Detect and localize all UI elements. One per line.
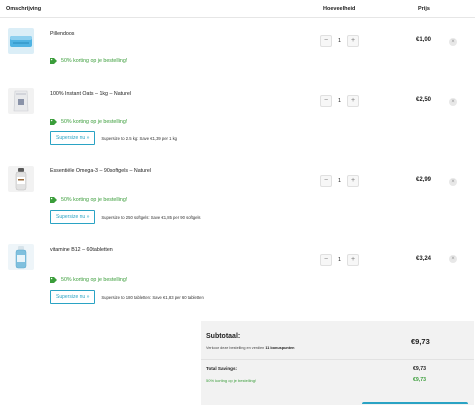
- column-header-description: Omschrijving: [6, 6, 42, 12]
- product-name[interactable]: vitamine B12 – 60tabletten: [50, 247, 113, 253]
- promo-label: 50% korting op je bestelling!: [50, 277, 127, 283]
- remove-item-button[interactable]: ×: [449, 255, 457, 263]
- tag-icon: [50, 277, 57, 283]
- supersize-upsell: Supersize nu » Supersize to 180 tablette…: [50, 290, 204, 304]
- quantity-stepper: − 1 +: [320, 94, 361, 107]
- item-price: €1,00: [415, 37, 431, 43]
- vitamin-bottle-icon[interactable]: [8, 244, 34, 270]
- remove-item-button[interactable]: ×: [449, 178, 457, 186]
- promo-label: 50% korting op je bestelling!: [50, 58, 127, 64]
- tag-icon: [50, 58, 57, 64]
- promo-text: 50% korting op je bestelling!: [61, 119, 128, 125]
- supersize-upsell: Supersize nu » Supersize to 2.5 kg: Save…: [50, 131, 177, 145]
- decrease-quantity-button[interactable]: −: [320, 94, 332, 107]
- item-price: €2,99: [415, 177, 431, 183]
- product-name[interactable]: 100% Instant Oats – 1kg – Naturel: [50, 91, 131, 97]
- omega-bottle-icon[interactable]: [8, 166, 34, 192]
- oats-bag-icon[interactable]: [8, 88, 34, 114]
- increase-quantity-button[interactable]: +: [347, 94, 359, 107]
- quantity-stepper: − 1 +: [320, 174, 361, 187]
- promo-label: 50% korting op je bestelling!: [50, 119, 127, 125]
- supersize-upsell: Supersize nu » Supersize to 250 softgels…: [50, 210, 201, 224]
- bonus-points-note: Verkoor deze bestelling en verdien 11 bo…: [206, 346, 294, 350]
- product-name[interactable]: Pillendoos: [50, 31, 74, 37]
- promo-text: 50% korting op je bestelling!: [61, 277, 128, 283]
- subtotal-label: Subtotaal:: [206, 333, 241, 340]
- quantity-value[interactable]: 1: [332, 257, 347, 263]
- supersize-note: Supersize to 180 tabletten: Save €1,83 p…: [101, 294, 204, 300]
- summary-divider: [201, 359, 474, 360]
- supersize-note: Supersize to 2.5 kg: Save €1,39 per 1 kg: [101, 135, 178, 141]
- quantity-value[interactable]: 1: [332, 98, 347, 104]
- promo-label: 50% korting op je bestelling!: [50, 197, 127, 203]
- increase-quantity-button[interactable]: +: [347, 253, 359, 266]
- supersize-button[interactable]: Supersize nu »: [50, 210, 96, 224]
- column-header-quantity: Hoeveelheid: [323, 6, 356, 12]
- quantity-value[interactable]: 1: [332, 178, 347, 184]
- item-price: €2,50: [415, 97, 431, 103]
- quantity-value[interactable]: 1: [332, 38, 347, 44]
- promo-text: 50% korting op je bestelling!: [61, 197, 128, 203]
- tag-icon: [50, 197, 57, 203]
- product-name[interactable]: Essentiële Omega-3 – 90softgels – Nature…: [50, 168, 151, 174]
- supersize-button[interactable]: Supersize nu »: [50, 290, 96, 304]
- total-savings-label: Total Savings:: [206, 366, 238, 371]
- tag-icon: [50, 119, 57, 125]
- pill-box-icon[interactable]: [8, 28, 34, 54]
- remove-item-button[interactable]: ×: [449, 38, 457, 46]
- savings-discount-label: 50% korting op je bestelling!: [206, 378, 257, 383]
- subtotal-value: €9,73: [411, 337, 430, 346]
- cart-table-header: Omschrijving Hoeveelheid Prijs: [0, 0, 475, 18]
- supersize-note: Supersize to 250 softgels: Save €1,85 pe…: [101, 214, 201, 220]
- bonus-points-prefix: Verkoor deze bestelling en verdien: [206, 346, 265, 350]
- order-summary-panel: Subtotaal: Verkoor deze bestelling en ve…: [201, 321, 474, 405]
- bonus-points-value: 11 bonuspunten: [265, 346, 295, 350]
- supersize-button[interactable]: Supersize nu »: [50, 131, 96, 145]
- increase-quantity-button[interactable]: +: [347, 34, 359, 47]
- savings-discount-value: €9,73: [413, 377, 426, 383]
- decrease-quantity-button[interactable]: −: [320, 174, 332, 187]
- decrease-quantity-button[interactable]: −: [320, 34, 332, 47]
- quantity-stepper: − 1 +: [320, 253, 361, 266]
- column-header-price: Prijs: [418, 6, 430, 12]
- total-savings-value: €9,73: [413, 366, 426, 372]
- item-price: €3,24: [415, 256, 431, 262]
- remove-item-button[interactable]: ×: [449, 98, 457, 106]
- decrease-quantity-button[interactable]: −: [320, 253, 332, 266]
- increase-quantity-button[interactable]: +: [347, 174, 359, 187]
- promo-text: 50% korting op je bestelling!: [61, 58, 128, 64]
- quantity-stepper: − 1 +: [320, 34, 361, 47]
